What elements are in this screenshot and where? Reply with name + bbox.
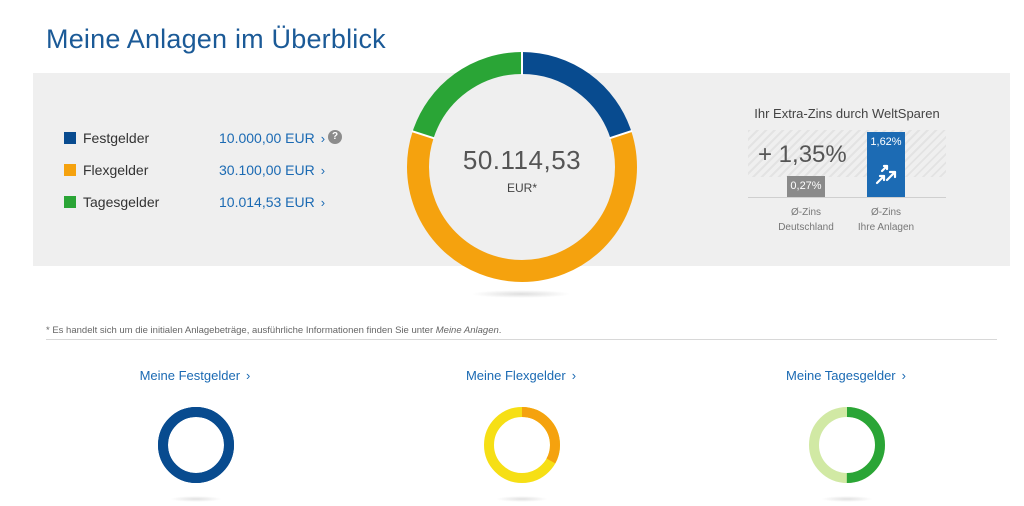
my-festgelder-link[interactable]: Meine Festgelder ›	[95, 368, 295, 383]
flexgelder-amount-link[interactable]: 30.100,00 EUR ›	[219, 162, 325, 178]
extra-interest-title: Ihr Extra-Zins durch WeltSparen	[754, 106, 940, 121]
chevron-right-icon: ›	[571, 368, 577, 383]
divider	[46, 339, 997, 340]
ring-shadow	[496, 496, 548, 502]
footnote: * Es handelt sich um die initialen Anlag…	[46, 325, 502, 336]
portfolio-currency: EUR*	[506, 181, 537, 195]
arrows-icon	[875, 164, 897, 185]
festgelder-ring	[158, 407, 234, 483]
bar-germany: 0,27%	[787, 176, 825, 197]
legend-item-flexgelder: Flexgelder 30.100,00 EUR ›	[64, 158, 364, 182]
my-tagesgelder-link[interactable]: Meine Tagesgelder ›	[746, 368, 946, 383]
tagesgelder-swatch	[64, 196, 76, 208]
tagesgelder-ring	[809, 407, 885, 483]
flexgelder-ring	[484, 407, 560, 483]
bar-baseline	[748, 197, 946, 198]
ring-shadow	[821, 496, 873, 502]
festgelder-amount-link[interactable]: 10.000,00 EUR ›	[219, 130, 325, 146]
ring-progress	[158, 407, 234, 483]
chevron-right-icon: ›	[246, 368, 251, 383]
page-title: Meine Anlagen im Überblick	[46, 24, 386, 54]
portfolio-total: 50.114,53	[462, 145, 582, 175]
donut-shadow	[471, 290, 571, 298]
festgelder-swatch	[64, 132, 76, 144]
chevron-right-icon: ›	[320, 195, 326, 210]
footnote-link-text: Meine Anlagen	[435, 325, 499, 336]
flexgelder-swatch	[64, 164, 76, 176]
chevron-right-icon: ›	[320, 163, 326, 178]
bar-my-investments-value: 1,62%	[870, 136, 902, 148]
tagesgelder-amount-link[interactable]: 10.014,53 EUR ›	[219, 194, 325, 210]
my-flexgelder-link[interactable]: Meine Flexgelder ›	[421, 368, 621, 383]
caption-germany: Ø-Zins Deutschland	[778, 207, 834, 233]
chevron-right-icon: ›	[901, 368, 906, 383]
chevron-right-icon: ›	[320, 131, 326, 146]
legend-item-festgelder: Festgelder 10.000,00 EUR ›	[64, 126, 364, 150]
extra-interest-value: + 1,35%	[758, 141, 847, 168]
help-icon[interactable]: ?	[328, 130, 342, 144]
ring-shadow	[170, 496, 222, 502]
legend-label: Flexgelder	[83, 162, 149, 178]
legend-label: Festgelder	[83, 130, 150, 146]
caption-my-investments: Ø-Zins Ihre Anlagen	[857, 207, 915, 233]
legend-label: Tagesgelder	[83, 194, 160, 210]
legend-item-tagesgelder: Tagesgelder 10.014,53 EUR ›	[64, 190, 364, 214]
